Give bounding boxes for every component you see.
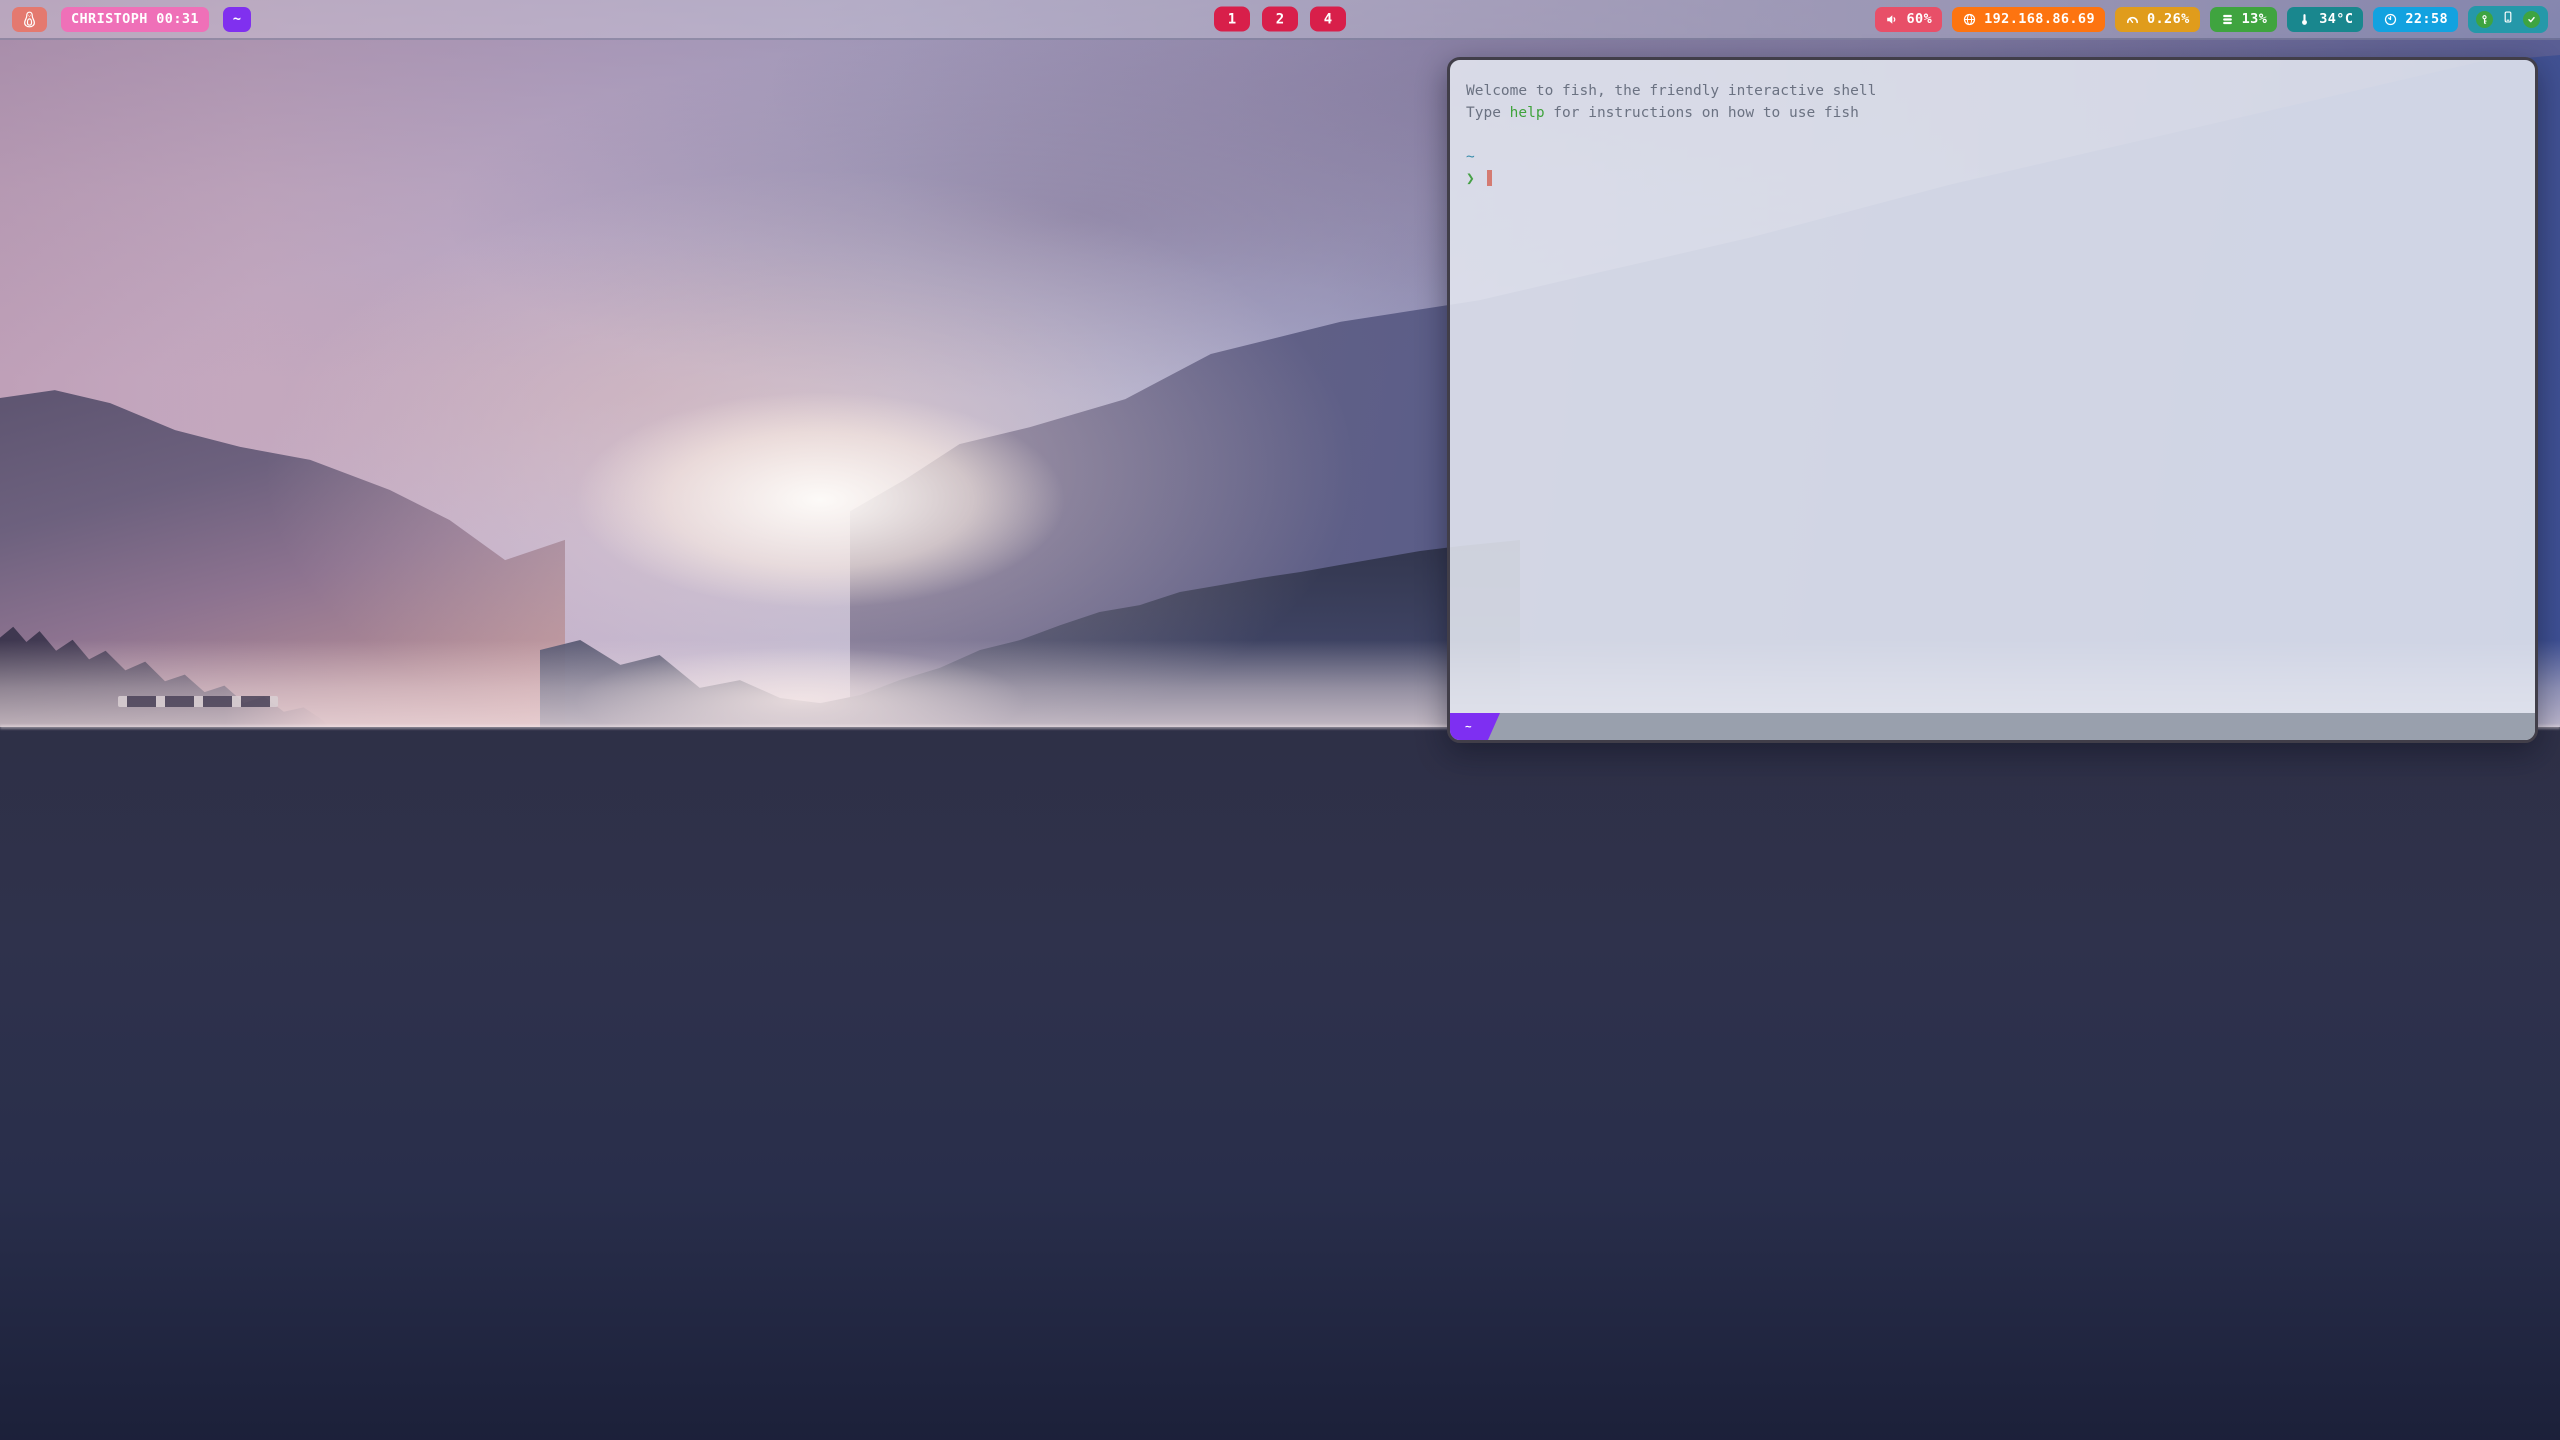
lake-water: [0, 727, 2560, 1440]
memory-stack-icon: [2220, 12, 2235, 27]
prompt-symbol: ❯: [1466, 171, 1475, 187]
clock-icon: [2383, 12, 2398, 27]
temperature-value: 34°C: [2319, 11, 2353, 27]
key-icon[interactable]: [2476, 11, 2493, 28]
temperature-module[interactable]: 34°C: [2287, 7, 2363, 32]
prompt-line: ❯: [1466, 168, 2519, 190]
status-bar: CHRISTOPH 00:31 ~ 1 2 4 60%: [0, 0, 2560, 40]
network-value: 192.168.86.69: [1984, 11, 2095, 27]
terminal-tab[interactable]: ~: [1450, 713, 1500, 740]
check-icon[interactable]: [2523, 11, 2540, 28]
workspace-switcher: 1 2 4: [1214, 7, 1346, 32]
window-title-label: ~: [233, 11, 242, 27]
window-title-badge: ~: [223, 7, 252, 32]
workspace-button-2[interactable]: 2: [1262, 7, 1298, 32]
terminal-tab-label: ~: [1465, 720, 1472, 733]
workspace-1-label: 1: [1228, 11, 1236, 27]
cpu-value: 0.26%: [2147, 11, 2190, 27]
launcher-button[interactable]: [12, 7, 47, 32]
greeting-line2-prefix: Type: [1466, 105, 1510, 121]
globe-icon: [1962, 12, 1977, 27]
phone-icon[interactable]: [2501, 9, 2515, 29]
terminal-content[interactable]: Welcome to fish, the friendly interactiv…: [1450, 60, 2535, 713]
system-tray: [2468, 6, 2548, 33]
terminal-greeting-line1: Welcome to fish, the friendly interactiv…: [1466, 80, 2519, 102]
linux-penguin-icon: [20, 10, 39, 29]
workspace-button-4[interactable]: 4: [1310, 7, 1346, 32]
terminal-greeting-line2: Type help for instructions on how to use…: [1466, 102, 2519, 124]
workspace-button-1[interactable]: 1: [1214, 7, 1250, 32]
session-badge: CHRISTOPH 00:31: [61, 7, 209, 32]
water-tint: [0, 727, 2560, 1440]
workspace-2-label: 2: [1276, 11, 1284, 27]
greeting-line2-suffix: for instructions on how to use fish: [1545, 105, 1859, 121]
gauge-icon: [2125, 12, 2140, 27]
volume-value: 60%: [1907, 11, 1933, 27]
volume-module[interactable]: 60%: [1875, 7, 1943, 32]
clock-module[interactable]: 22:58: [2373, 7, 2458, 32]
thermometer-icon: [2297, 12, 2312, 27]
terminal-blank-line: [1466, 124, 2519, 146]
memory-module[interactable]: 13%: [2210, 7, 2278, 32]
prompt-path: ~: [1466, 146, 2519, 168]
terminal-tab-bar: ~: [1450, 713, 2535, 740]
memory-value: 13%: [2242, 11, 2268, 27]
shore-structures: [118, 696, 278, 707]
speaker-icon: [1885, 12, 1900, 27]
terminal-window[interactable]: Welcome to fish, the friendly interactiv…: [1447, 57, 2538, 743]
cpu-module[interactable]: 0.26%: [2115, 7, 2200, 32]
clock-value: 22:58: [2405, 11, 2448, 27]
session-label: CHRISTOPH 00:31: [71, 11, 199, 27]
network-module[interactable]: 192.168.86.69: [1952, 7, 2105, 32]
workspace-4-label: 4: [1324, 11, 1332, 27]
status-modules: 60% 192.168.86.69 0.26%: [1875, 6, 2548, 33]
terminal-cursor: [1487, 170, 1492, 186]
greeting-help-keyword: help: [1510, 105, 1545, 121]
